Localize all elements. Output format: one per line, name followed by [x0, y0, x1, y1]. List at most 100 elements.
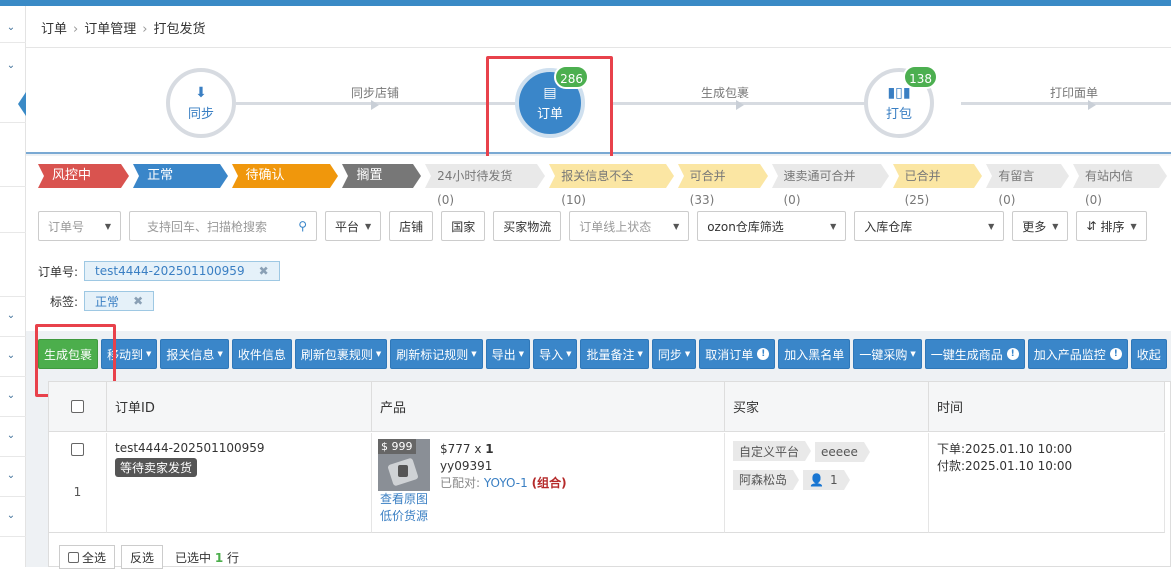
ozon-warehouse-select[interactable]: ozon仓库筛选 ▼: [697, 211, 847, 241]
online-status-label: 订单线上状态: [579, 219, 652, 234]
select-all-button[interactable]: 全选: [59, 545, 116, 569]
buyer-region-tag: 阿森松岛: [733, 469, 800, 490]
breadcrumb: 订单 › 订单管理 › 打包发货: [26, 6, 1171, 48]
action-button[interactable]: 刷新包裹规则 ▼: [294, 339, 388, 369]
status-tab[interactable]: 有留言 (0): [986, 164, 1069, 207]
flow-step-label: 打包: [885, 106, 912, 122]
chevron-down-icon[interactable]: ⌄: [3, 58, 19, 74]
breadcrumb-item[interactable]: 订单: [41, 22, 67, 37]
status-tab[interactable]: 速卖通可合并 (0): [771, 164, 889, 207]
buyer-name-tag: eeeee: [815, 441, 870, 462]
flow-step-sync[interactable]: ⬇ 同步: [166, 68, 236, 138]
flow-step-pack[interactable]: ▮▯▮ 打包 138: [864, 65, 938, 138]
chevron-down-icon[interactable]: ⌄: [3, 428, 19, 444]
status-tabs: 风控中 (0) 正常 (186) 待确认 (100) 搁置 (0) 24小时待发货 (0…: [38, 164, 1171, 207]
action-button[interactable]: 一键生成商品!: [924, 339, 1025, 369]
action-button-label: 批量备注: [586, 347, 635, 362]
caret-down-icon: ▼: [217, 350, 223, 358]
action-button[interactable]: 收件信息: [231, 339, 292, 369]
sort-filter[interactable]: ⇵ 排序 ▼: [1076, 211, 1147, 241]
action-button[interactable]: 加入产品监控!: [1027, 339, 1128, 369]
caret-down-icon: ▼: [146, 350, 152, 358]
inbound-warehouse-select[interactable]: 入库仓库 ▼: [854, 211, 1005, 241]
status-tab[interactable]: 可合并 (33): [677, 164, 768, 207]
status-tab[interactable]: 待确认 (100): [231, 164, 339, 207]
flow-connector: [961, 102, 1171, 105]
chevron-down-icon[interactable]: ⌄: [3, 348, 19, 364]
order-no-select[interactable]: 订单号 ▼: [38, 211, 121, 241]
action-button-label: 刷新标记规则: [396, 347, 469, 362]
status-tab[interactable]: 搁置 (0): [342, 164, 421, 207]
action-button[interactable]: 刷新标记规则 ▼: [390, 339, 483, 369]
action-button[interactable]: 报关信息 ▼: [160, 339, 229, 369]
product-cell: $ 999 $777 x 1 yy09391 已配对: YOYO-1 (组合) …: [372, 433, 725, 533]
status-tab[interactable]: 24小时待发货 (0): [425, 164, 546, 207]
column-header: 时间: [929, 382, 1165, 432]
action-button[interactable]: 导入 ▼: [533, 339, 578, 369]
column-header: 产品: [372, 382, 725, 432]
action-button[interactable]: 同步 ▼: [651, 339, 697, 369]
status-tab[interactable]: 有站内信 (0): [1072, 164, 1168, 207]
order-time: 下单:2025.01.10 10:00: [937, 442, 1073, 456]
status-tab[interactable]: 风控中 (0): [38, 164, 130, 207]
low-price-source-link[interactable]: 低价货源: [380, 508, 428, 525]
chevron-down-icon[interactable]: ⌄: [3, 20, 19, 36]
caret-down-icon: ▼: [684, 350, 691, 358]
user-icon: 👤: [809, 473, 824, 487]
action-button[interactable]: 加入黑名单: [778, 339, 851, 369]
flow-step-label: 同步: [187, 106, 214, 122]
row-checkbox[interactable]: [71, 443, 84, 456]
view-image-link[interactable]: 查看原图: [380, 491, 428, 508]
orders-table: 订单ID 产品 买家 时间 1 test4444-202501100959 等待…: [48, 381, 1171, 569]
action-button[interactable]: 取消订单!: [699, 339, 776, 369]
order-id[interactable]: test4444-202501100959: [115, 441, 363, 455]
column-header: 买家: [725, 382, 929, 432]
shop-filter[interactable]: 店铺: [389, 211, 434, 241]
status-tab-label: 速卖通可合并 (0): [783, 169, 856, 207]
action-button-label: 刷新包裹规则: [300, 347, 373, 362]
status-tab-label: 报关信息不全 (10): [561, 169, 634, 207]
info-icon: !: [757, 348, 770, 360]
action-button[interactable]: 导出 ▼: [485, 339, 531, 369]
platform-filter[interactable]: 平台 ▼: [325, 211, 382, 241]
selected-suffix: 行: [223, 550, 240, 565]
more-label: 更多: [1022, 219, 1047, 234]
select-all-checkbox[interactable]: [71, 400, 84, 413]
action-button[interactable]: 一键采购 ▼: [853, 339, 922, 369]
buyer-logistics-filter[interactable]: 买家物流: [493, 211, 562, 241]
status-tab[interactable]: 正常 (186): [133, 164, 229, 207]
active-filter-value: test4444-202501100959: [95, 264, 245, 278]
more-filter[interactable]: 更多 ▼: [1012, 211, 1069, 241]
invert-selection-button[interactable]: 反选: [121, 545, 164, 569]
status-tab-label: 已合并 (25): [904, 169, 941, 207]
status-tab[interactable]: 已合并 (25): [892, 164, 983, 207]
platform-label: 平台: [335, 219, 360, 234]
chevron-down-icon[interactable]: ⌄: [3, 468, 19, 484]
header-checkbox-cell: [49, 382, 107, 432]
country-filter[interactable]: 国家: [441, 211, 486, 241]
close-icon[interactable]: ✖: [259, 264, 269, 278]
sort-icon: ⇵: [1086, 219, 1097, 233]
chevron-down-icon[interactable]: ⌄: [3, 308, 19, 324]
status-tab-label: 待确认 (100): [245, 168, 285, 207]
breadcrumb-item: 打包发货: [153, 22, 206, 37]
matched-sku-link[interactable]: YOYO-1: [484, 476, 528, 490]
action-button-label: 导入: [539, 347, 564, 362]
status-tab[interactable]: 报关信息不全 (10): [549, 164, 675, 207]
active-filter-value: 正常: [95, 294, 120, 309]
product-thumbnail[interactable]: $ 999: [378, 439, 430, 491]
chevron-down-icon[interactable]: ⌄: [3, 508, 19, 524]
online-status-select[interactable]: 订单线上状态 ▼: [569, 211, 690, 241]
action-button-label: 报关信息: [166, 347, 215, 362]
chevron-down-icon[interactable]: ⌄: [3, 388, 19, 404]
caret-down-icon: ▼: [910, 350, 916, 358]
breadcrumb-item[interactable]: 订单管理: [84, 22, 136, 37]
action-button[interactable]: 批量备注 ▼: [580, 339, 649, 369]
search-input[interactable]: 支持回车、扫描枪搜索 ⚲: [129, 211, 317, 241]
filter-panel: 风控中 (0) 正常 (186) 待确认 (100) 搁置 (0) 24小时待发货 (0…: [26, 156, 1171, 331]
action-button[interactable]: 收起: [1130, 339, 1167, 369]
shop-label: 店铺: [399, 219, 424, 234]
buyer-count-tag: 👤 1: [803, 470, 850, 490]
search-icon[interactable]: ⚲: [298, 219, 307, 233]
close-icon[interactable]: ✖: [133, 294, 143, 308]
